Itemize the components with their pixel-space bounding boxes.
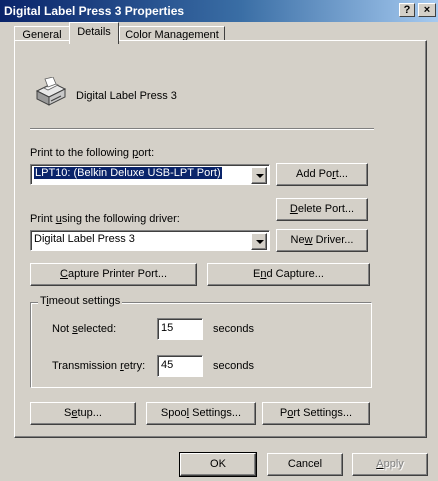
delete-port-button[interactable]: Delete Port... [276, 198, 368, 221]
apply-button[interactable]: Apply [352, 453, 428, 476]
driver-label: Print using the following driver: [30, 213, 180, 225]
not-selected-unit: seconds [213, 323, 254, 335]
add-port-button[interactable]: Add Port... [276, 163, 368, 186]
panel-content: Digital Label Press 3 Print to the follo… [0, 0, 438, 481]
ok-button[interactable]: OK [179, 452, 257, 477]
not-selected-input[interactable]: 15 [157, 318, 203, 340]
cancel-button[interactable]: Cancel [267, 453, 343, 476]
driver-dropdown-button[interactable] [251, 233, 267, 250]
not-selected-label: Not selected: [52, 323, 117, 335]
capture-printer-port-button[interactable]: Capture Printer Port... [30, 263, 197, 286]
port-select[interactable]: LPT10: (Belkin Deluxe USB-LPT Port) [30, 164, 270, 185]
setup-button[interactable]: Setup... [30, 402, 136, 425]
new-driver-button[interactable]: New Driver... [276, 229, 368, 252]
spool-settings-button[interactable]: Spool Settings... [146, 402, 256, 425]
port-label: Print to the following port: [30, 147, 155, 159]
end-capture-button[interactable]: End Capture... [207, 263, 370, 286]
printer-name: Digital Label Press 3 [76, 90, 177, 102]
chevron-down-icon [256, 240, 264, 244]
separator-line [30, 128, 374, 130]
port-select-value: LPT10: (Belkin Deluxe USB-LPT Port) [34, 167, 222, 179]
transmission-retry-label: Transmission retry: [52, 360, 146, 372]
chevron-down-icon [256, 174, 264, 178]
port-dropdown-button[interactable] [251, 167, 267, 184]
driver-select[interactable]: Digital Label Press 3 [30, 230, 270, 251]
printer-icon [35, 77, 67, 106]
port-settings-button[interactable]: Port Settings... [262, 402, 370, 425]
properties-dialog: Digital Label Press 3 Properties ? × Gen… [0, 0, 438, 481]
transmission-retry-input[interactable]: 45 [157, 355, 203, 377]
driver-select-value: Digital Label Press 3 [34, 233, 135, 245]
timeout-group-title: Timeout settings [38, 295, 123, 307]
transmission-retry-unit: seconds [213, 360, 254, 372]
